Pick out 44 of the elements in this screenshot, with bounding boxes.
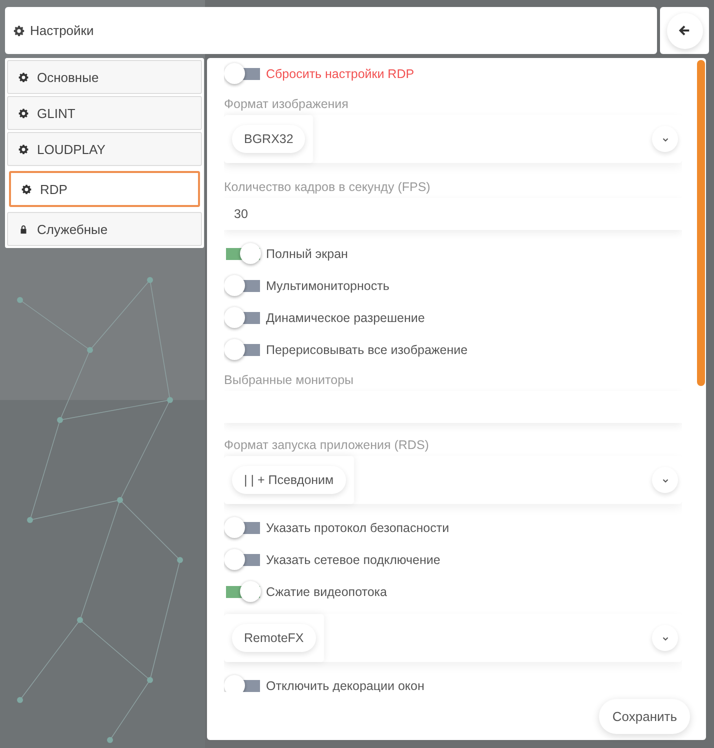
toggle-switch[interactable]: [224, 548, 262, 572]
field-label: Формат запуска приложения (RDS): [224, 437, 430, 453]
arrow-left-icon: [678, 24, 691, 37]
toggle-switch[interactable]: [224, 338, 262, 362]
select-field[interactable]: | | + Псевдоним: [224, 456, 682, 504]
field-label: Количество кадров в секунду (FPS): [224, 179, 432, 195]
sidebar-item[interactable]: Служебные: [7, 212, 202, 246]
toggle-label: Перерисовывать все изображение: [266, 343, 468, 357]
toggle-switch[interactable]: [224, 674, 262, 692]
lock-icon: [18, 224, 29, 234]
sidebar-item[interactable]: RDP: [9, 171, 200, 207]
toggle-switch[interactable]: [224, 580, 262, 604]
gear-icon: [18, 108, 29, 118]
selected-chip: | | + Псевдоним: [232, 466, 346, 494]
gear-icon: [18, 72, 29, 82]
toggle-label: Сбросить настройки RDP: [266, 67, 414, 81]
toggle-label: Указать сетевое подключение: [266, 553, 440, 567]
toggle-switch[interactable]: [224, 516, 262, 540]
save-button[interactable]: Сохранить: [599, 698, 690, 734]
toggle-label: Динамическое разрешение: [266, 311, 425, 325]
toggle-label: Сжатие видеопотока: [266, 585, 387, 599]
page-title: Настройки: [30, 23, 94, 38]
selected-chip: RemoteFX: [232, 624, 316, 652]
gear-icon: [21, 184, 32, 194]
toggle-switch[interactable]: [224, 274, 262, 298]
scrollbar[interactable]: [697, 60, 705, 386]
toggle-label: Полный экран: [266, 247, 348, 261]
toggle-label: Мультимониторность: [266, 279, 390, 293]
toggle-switch[interactable]: [224, 306, 262, 330]
gear-icon: [13, 24, 25, 36]
select-field[interactable]: RemoteFX: [224, 614, 682, 662]
field-label: Формат изображения: [224, 96, 350, 112]
back-button[interactable]: [666, 12, 702, 48]
select-field[interactable]: BGRX32: [224, 115, 682, 163]
gear-icon: [18, 144, 29, 154]
toggle-label: Указать протокол безопасности: [266, 521, 450, 535]
sidebar-item[interactable]: LOUDPLAY: [7, 132, 202, 166]
input-field[interactable]: 30: [224, 198, 682, 230]
field-label: Выбранные мониторы: [224, 372, 355, 388]
sidebar-item[interactable]: Основные: [7, 60, 202, 94]
toggle-switch[interactable]: [224, 242, 262, 266]
toggle-switch[interactable]: [224, 62, 262, 86]
selected-chip: BGRX32: [232, 125, 306, 153]
sidebar-item[interactable]: GLINT: [7, 96, 202, 130]
